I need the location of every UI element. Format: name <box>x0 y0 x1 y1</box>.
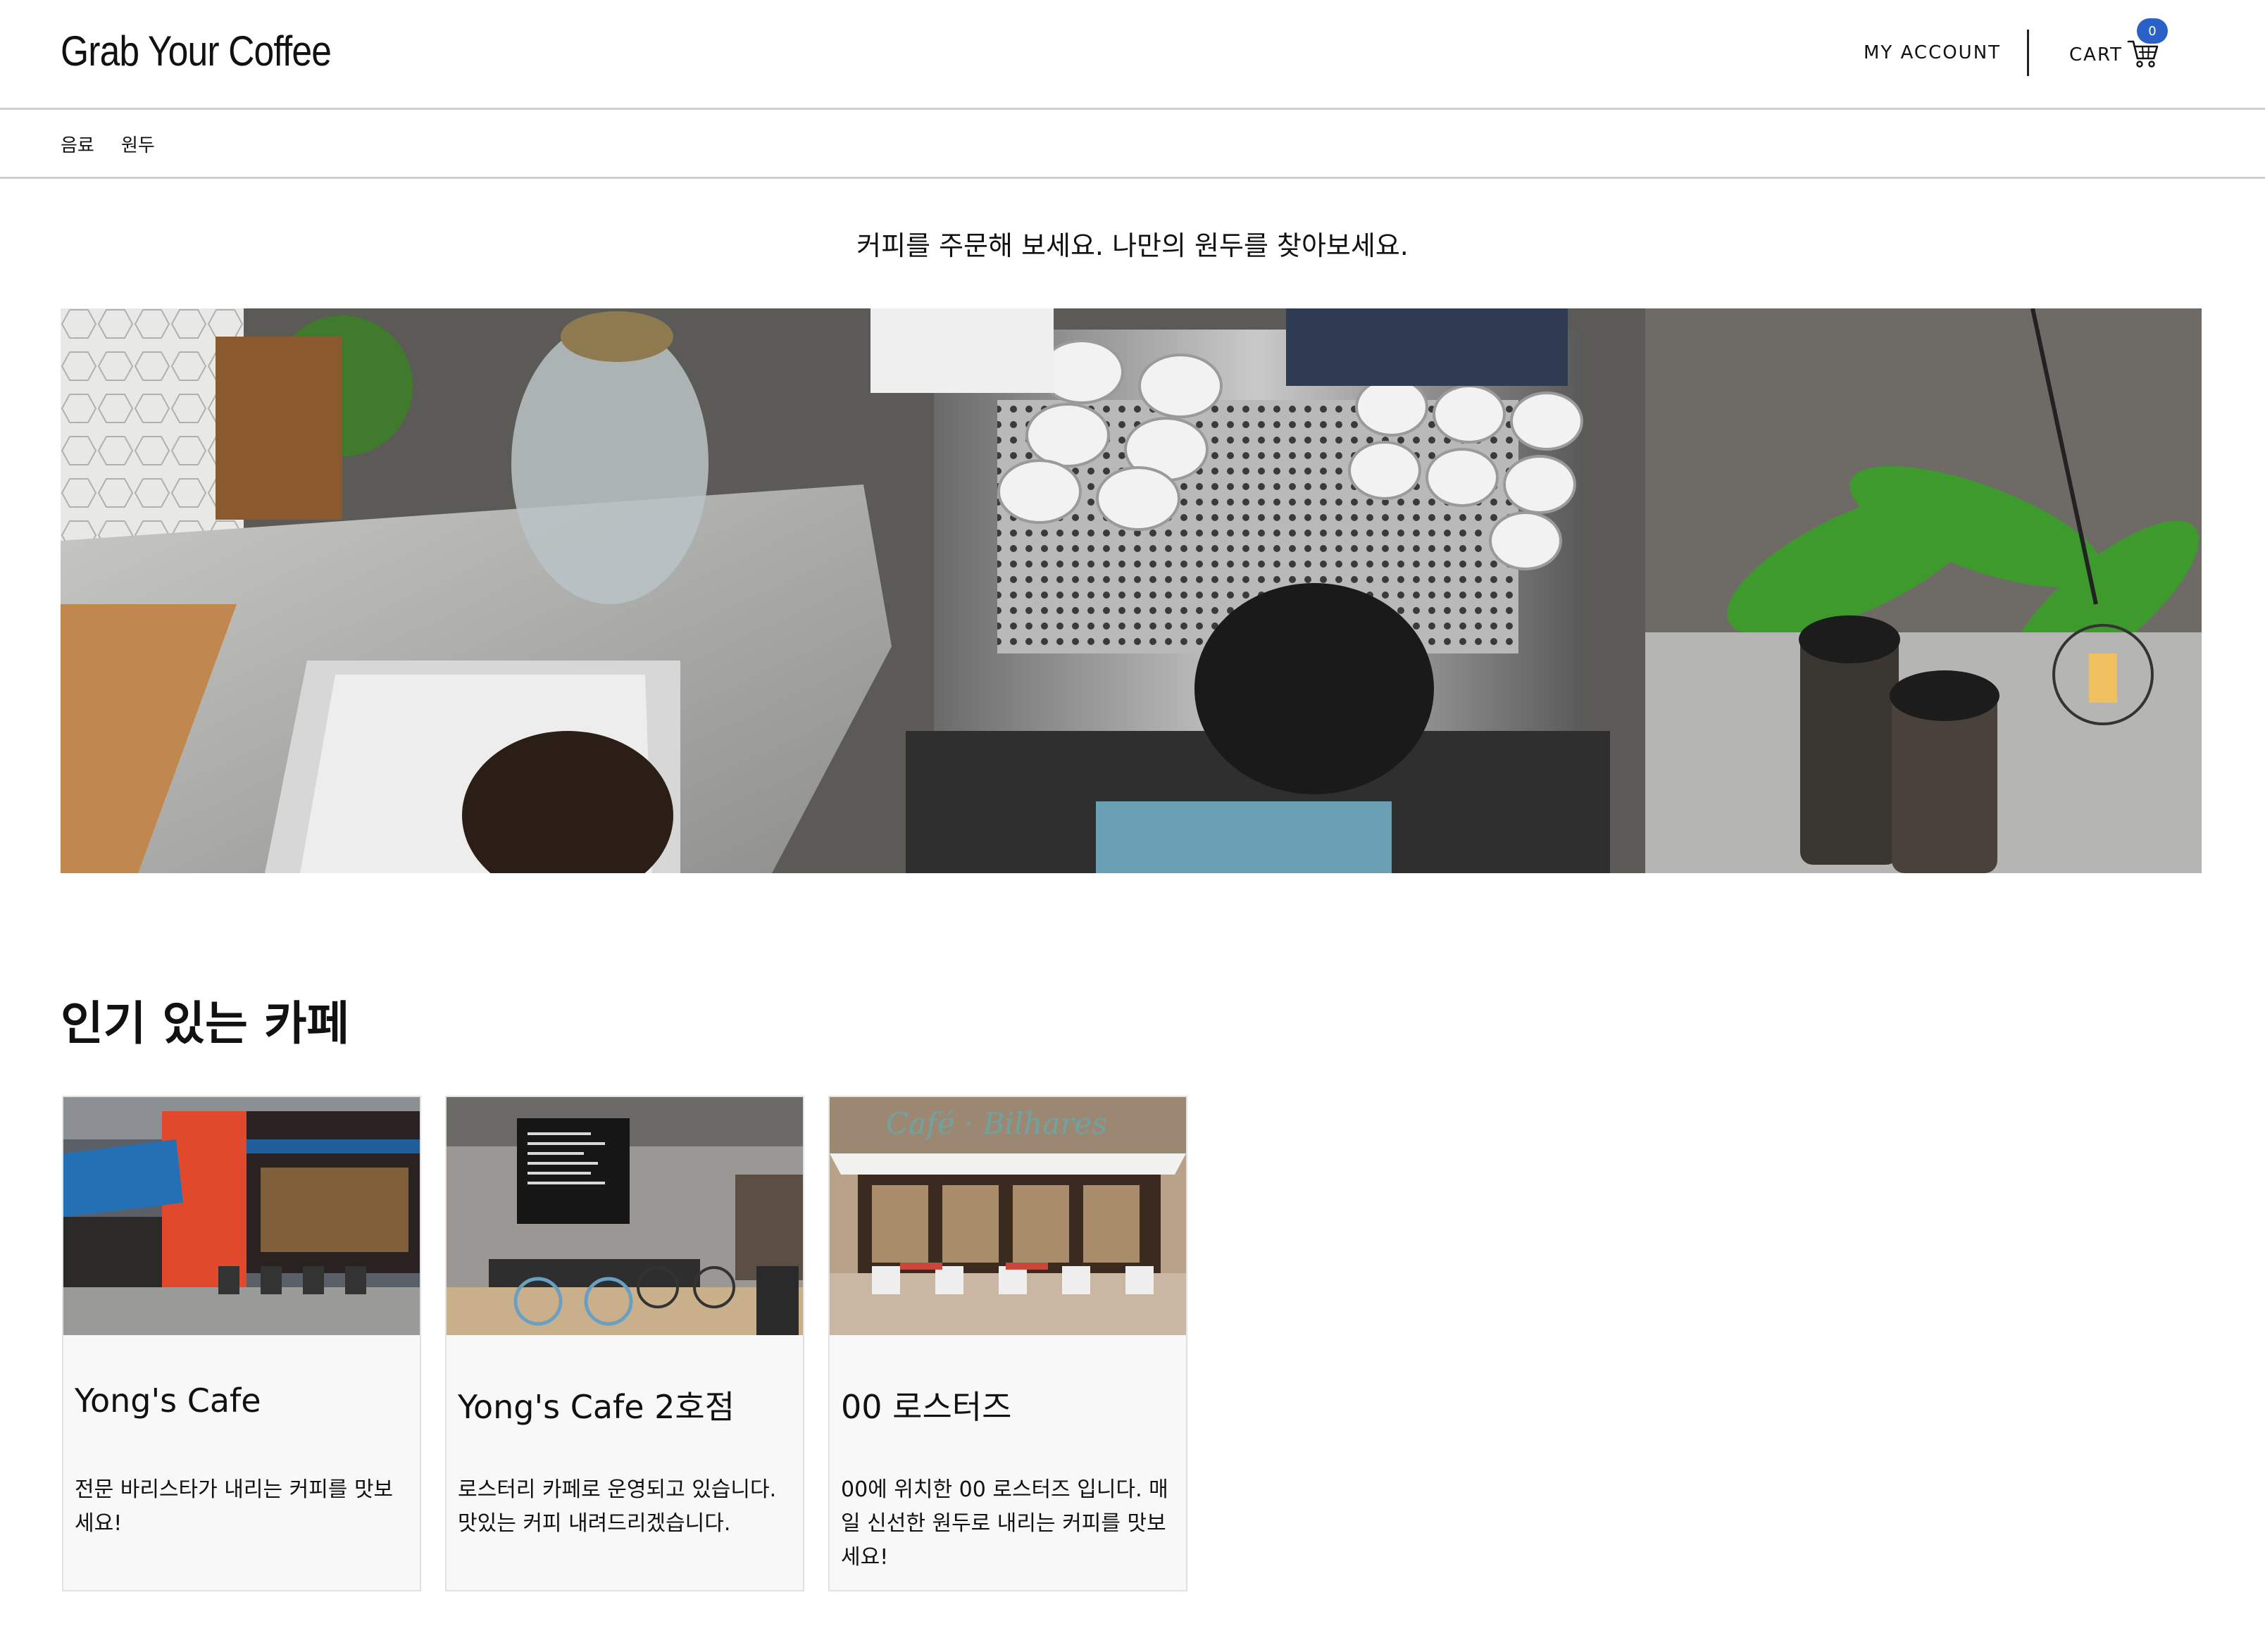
svg-text:Café · Bilhares: Café · Bilhares <box>886 1106 1107 1141</box>
cafe-description: 로스터리 카페로 운영되고 있습니다. 맛있는 커피 내려드리겠습니다. <box>458 1477 777 1536</box>
cart-count-badge: 0 <box>2137 18 2168 44</box>
hero-tagline: 커피를 주문해 보세요. 나만의 원두를 찾아보세요. <box>856 230 1409 261</box>
cafe-description: 00에 위치한 00 로스터즈 입니다. 매일 신선한 원두로 내리는 커피를 … <box>841 1477 1168 1570</box>
cart-button[interactable]: CART <box>2069 39 2159 70</box>
cafe-photo <box>63 1097 420 1335</box>
popular-cafes-heading: 인기 있는 카페 <box>61 996 350 1051</box>
cafe-description: 전문 바리스타가 내리는 커피를 맛보세요! <box>75 1477 394 1536</box>
cafe-photo: Café · Bilhares <box>830 1097 1186 1335</box>
cafe-card[interactable]: Yong's Cafe 전문 바리스타가 내리는 커피를 맛보세요! <box>62 1096 421 1591</box>
cafe-card[interactable]: Yong's Cafe 2호점 로스터리 카페로 운영되고 있습니다. 맛있는 … <box>445 1096 804 1591</box>
category-nav: 음료 원두 <box>0 110 2265 179</box>
my-account-link[interactable]: MY ACCOUNT <box>1864 42 2001 63</box>
cart-label: CART <box>2069 44 2123 65</box>
hero-image <box>61 308 2202 873</box>
site-logo[interactable]: Grab Your Coffee <box>61 27 332 75</box>
cafe-name: 00 로스터즈 <box>841 1388 1012 1426</box>
cafe-photo <box>447 1097 803 1335</box>
header-divider <box>2027 30 2029 76</box>
nav-item-drinks[interactable]: 음료 <box>61 131 94 157</box>
cafe-name: Yong's Cafe <box>75 1382 261 1420</box>
cafe-card[interactable]: Café · Bilhares 00 로스터즈 00에 위치한 00 로스터즈 … <box>828 1096 1187 1591</box>
cafe-name: Yong's Cafe 2호점 <box>458 1388 735 1426</box>
site-header: Grab Your Coffee MY ACCOUNT CART 0 <box>0 0 2265 110</box>
cafe-barista-photo <box>61 308 2202 873</box>
nav-item-beans[interactable]: 원두 <box>121 131 155 157</box>
